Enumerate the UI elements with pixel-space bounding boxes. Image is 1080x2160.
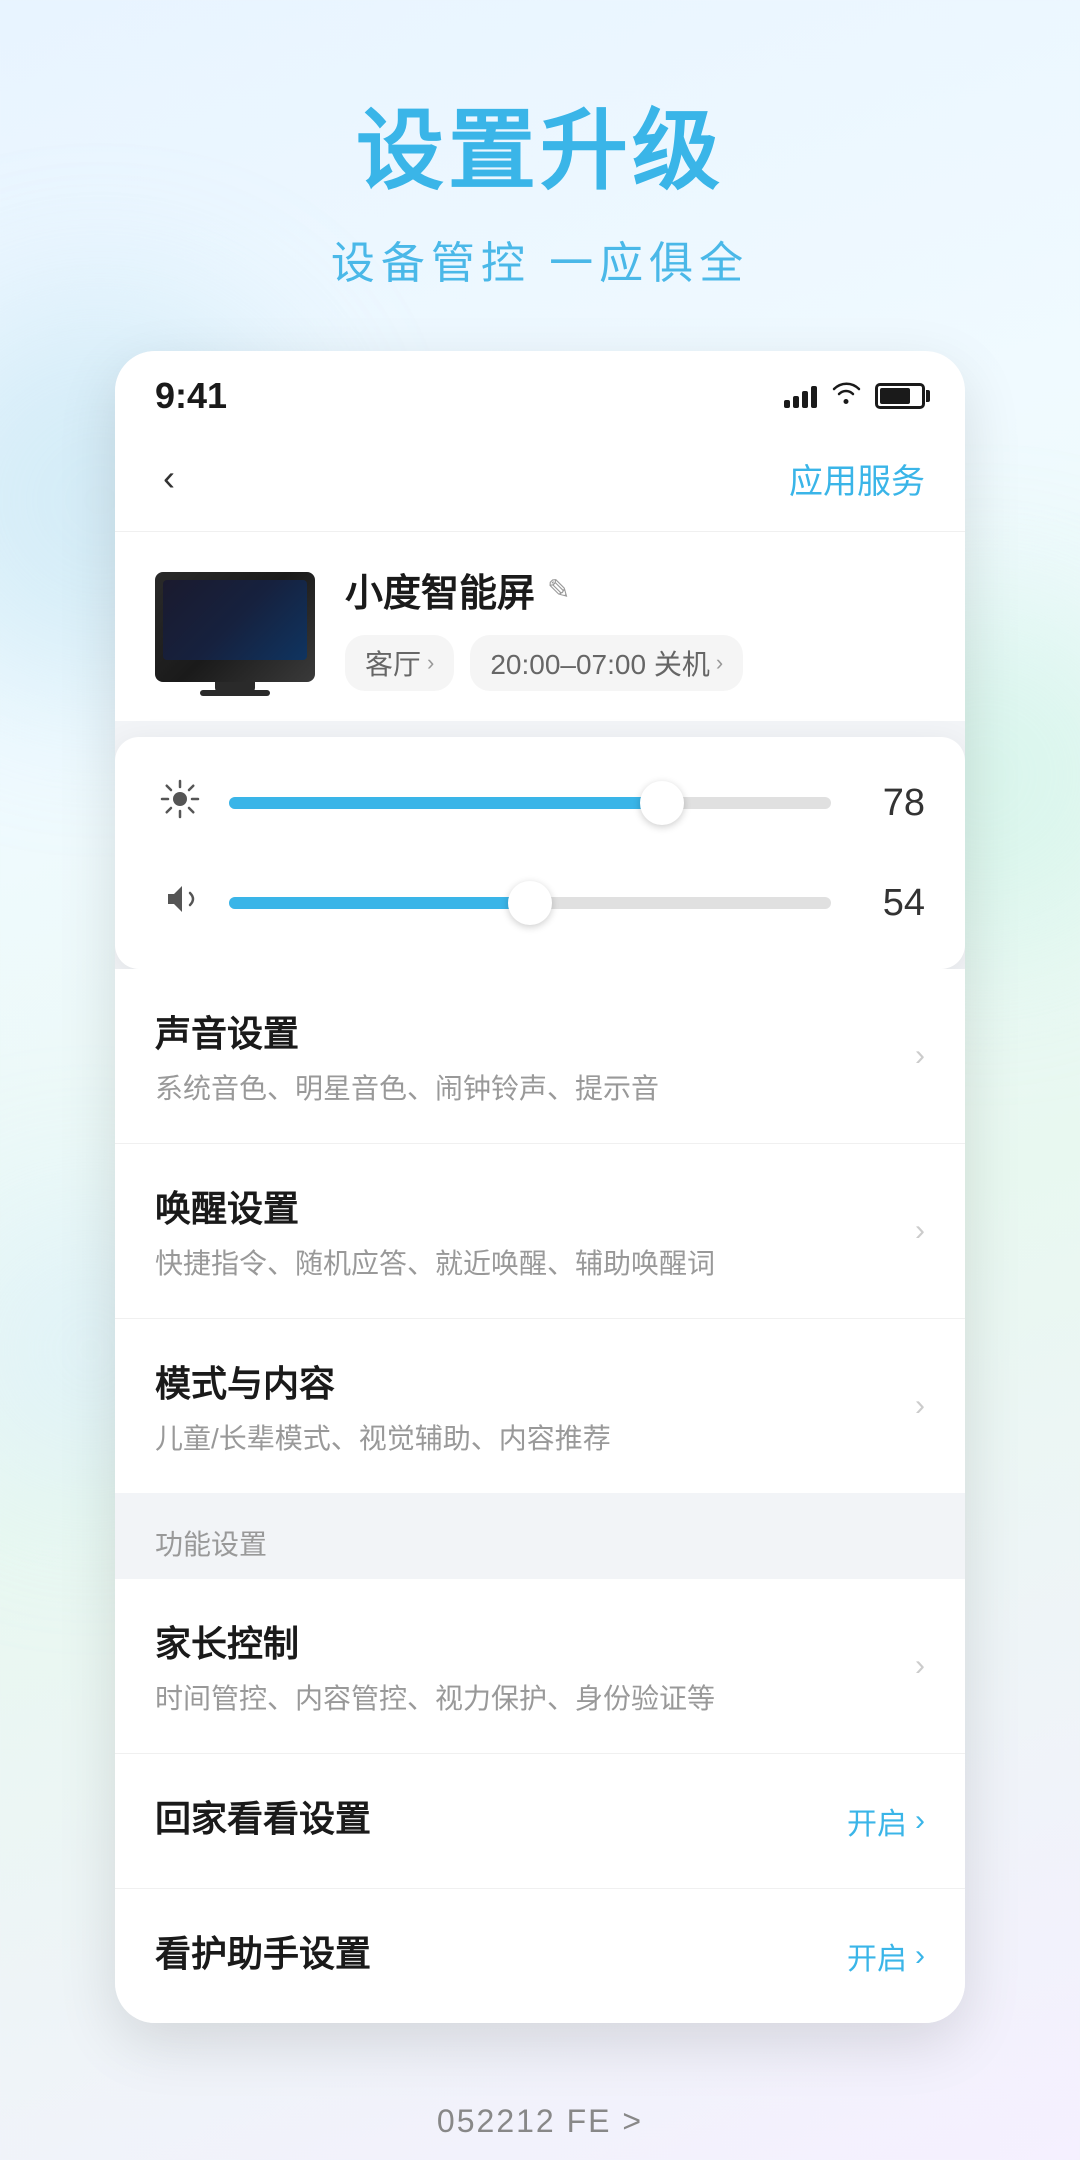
volume-row: 54	[155, 873, 925, 933]
settings-sound-title: 声音设置	[155, 1005, 895, 1057]
function-section-header: 功能设置	[115, 1493, 965, 1579]
care-status: 开启 ›	[847, 1934, 925, 1978]
settings-item-homewatch[interactable]: 回家看看设置 开启 ›	[115, 1754, 965, 1889]
brightness-value: 78	[855, 782, 925, 825]
settings-section-function: 家长控制 时间管控、内容管控、视力保护、身份验证等 › 回家看看设置 开启 › …	[115, 1579, 965, 2023]
settings-parental-arrow: ›	[915, 1649, 925, 1683]
device-tags: 客厅 › 20:00–07:00 关机 ›	[345, 635, 925, 691]
device-card: 小度智能屏 ✎ 客厅 › 20:00–07:00 关机 ›	[115, 532, 965, 721]
settings-care-title: 看护助手设置	[155, 1925, 847, 1977]
settings-item-mode[interactable]: 模式与内容 儿童/长辈模式、视觉辅助、内容推荐 ›	[115, 1319, 965, 1493]
bottom-info: 052212 FE >	[417, 2083, 663, 2160]
settings-parental-title: 家长控制	[155, 1615, 895, 1667]
schedule-chevron: ›	[716, 650, 723, 676]
settings-homewatch-title: 回家看看设置	[155, 1790, 847, 1842]
brightness-fill	[229, 797, 662, 809]
brightness-track	[229, 797, 831, 809]
wifi-icon	[831, 381, 861, 412]
bottom-text: 052212 FE >	[437, 2103, 643, 2140]
status-time: 9:41	[155, 375, 227, 417]
phone-mockup: 9:41	[115, 351, 965, 2023]
tv-screen	[163, 580, 307, 660]
brightness-thumb[interactable]	[640, 781, 684, 825]
signal-icon	[784, 384, 817, 408]
settings-wakeup-desc: 快捷指令、随机应答、就近唤醒、辅助唤醒词	[155, 1242, 895, 1282]
settings-mode-arrow: ›	[915, 1389, 925, 1423]
settings-homewatch-content: 回家看看设置	[155, 1790, 847, 1852]
settings-item-mode-content: 模式与内容 儿童/长辈模式、视觉辅助、内容推荐	[155, 1355, 895, 1457]
settings-item-wakeup-content: 唤醒设置 快捷指令、随机应答、就近唤醒、辅助唤醒词	[155, 1180, 895, 1282]
schedule-tag[interactable]: 20:00–07:00 关机 ›	[470, 635, 743, 691]
homewatch-status-text: 开启	[847, 1799, 907, 1843]
status-bar: 9:41	[115, 351, 965, 433]
controls-card: 78 54	[115, 737, 965, 969]
settings-item-care[interactable]: 看护助手设置 开启 ›	[115, 1889, 965, 2023]
volume-fill	[229, 897, 530, 909]
settings-item-sound-content: 声音设置 系统音色、明星音色、闹钟铃声、提示音	[155, 1005, 895, 1107]
device-name: 小度智能屏	[345, 562, 535, 617]
settings-parental-desc: 时间管控、内容管控、视力保护、身份验证等	[155, 1677, 895, 1717]
device-info: 小度智能屏 ✎ 客厅 › 20:00–07:00 关机 ›	[345, 562, 925, 691]
settings-item-wakeup[interactable]: 唤醒设置 快捷指令、随机应答、就近唤醒、辅助唤醒词 ›	[115, 1144, 965, 1319]
settings-wakeup-title: 唤醒设置	[155, 1180, 895, 1232]
settings-care-content: 看护助手设置	[155, 1925, 847, 1987]
volume-value: 54	[855, 882, 925, 925]
tv-base	[200, 690, 270, 696]
volume-thumb[interactable]	[508, 881, 552, 925]
edit-icon[interactable]: ✎	[547, 573, 570, 606]
homewatch-status: 开启 ›	[847, 1799, 925, 1843]
care-status-text: 开启	[847, 1934, 907, 1978]
battery-icon	[875, 383, 925, 409]
status-icons	[784, 381, 925, 412]
back-button[interactable]: ‹	[155, 449, 183, 507]
tv-image	[155, 572, 315, 682]
volume-icon	[155, 879, 205, 928]
brightness-icon	[155, 779, 205, 828]
page-title: 设置升级	[356, 80, 724, 207]
settings-wakeup-arrow: ›	[915, 1214, 925, 1248]
brightness-row: 78	[155, 773, 925, 833]
brightness-slider[interactable]	[229, 773, 831, 833]
settings-sound-arrow: ›	[915, 1039, 925, 1073]
volume-slider[interactable]	[229, 873, 831, 933]
location-chevron: ›	[427, 650, 434, 676]
settings-parental-content: 家长控制 时间管控、内容管控、视力保护、身份验证等	[155, 1615, 895, 1717]
homewatch-arrow: ›	[915, 1804, 925, 1838]
settings-sound-desc: 系统音色、明星音色、闹钟铃声、提示音	[155, 1067, 895, 1107]
settings-mode-title: 模式与内容	[155, 1355, 895, 1407]
page-subtitle: 设备管控 一应俱全	[331, 227, 749, 291]
settings-mode-desc: 儿童/长辈模式、视觉辅助、内容推荐	[155, 1417, 895, 1457]
nav-bar: ‹ 应用服务	[115, 433, 965, 532]
app-services-button[interactable]: 应用服务	[789, 454, 925, 503]
device-name-row: 小度智能屏 ✎	[345, 562, 925, 617]
settings-item-parental[interactable]: 家长控制 时间管控、内容管控、视力保护、身份验证等 ›	[115, 1579, 965, 1754]
volume-track	[229, 897, 831, 909]
care-arrow: ›	[915, 1939, 925, 1973]
location-tag[interactable]: 客厅 ›	[345, 635, 454, 691]
settings-item-sound[interactable]: 声音设置 系统音色、明星音色、闹钟铃声、提示音 ›	[115, 969, 965, 1144]
settings-section-main: 声音设置 系统音色、明星音色、闹钟铃声、提示音 › 唤醒设置 快捷指令、随机应答…	[115, 969, 965, 1493]
